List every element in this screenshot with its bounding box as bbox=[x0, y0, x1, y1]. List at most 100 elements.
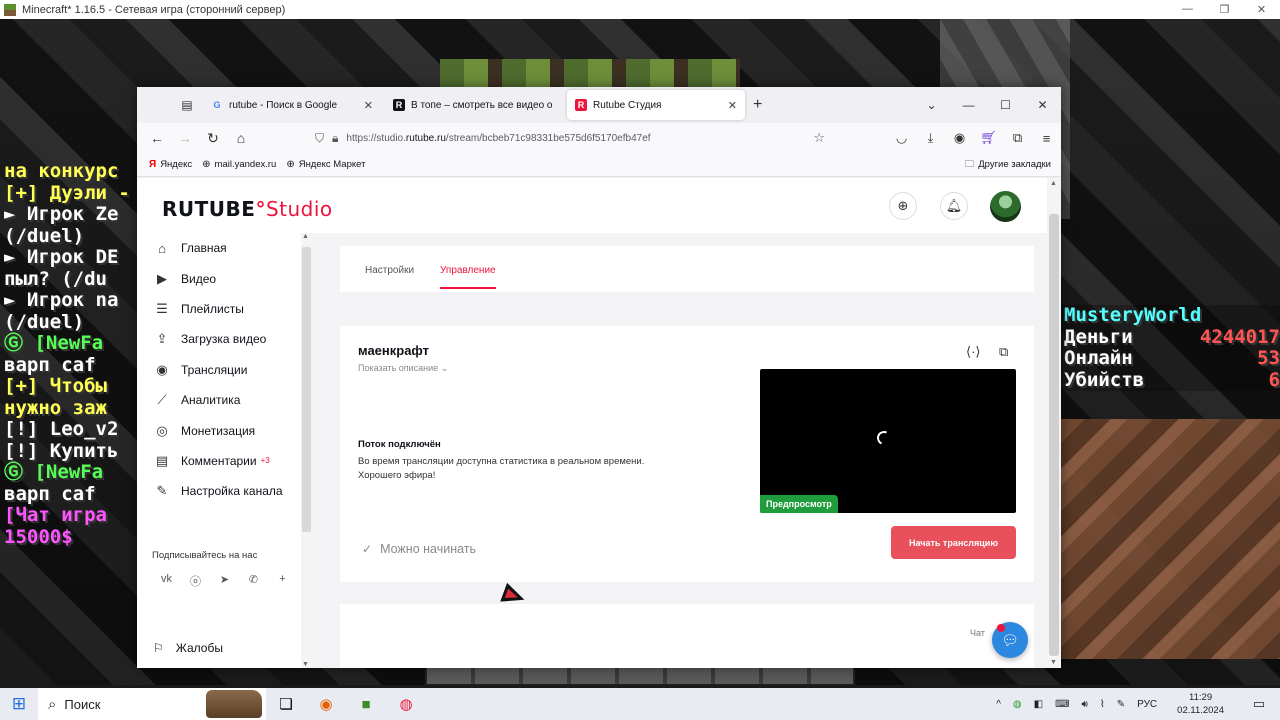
tray-app-icon[interactable]: ⌨ bbox=[1055, 699, 1069, 710]
add-content-icon[interactable]: ⊕ bbox=[889, 192, 917, 220]
chevron-down-icon[interactable]: ⌄ bbox=[913, 98, 950, 112]
page-scrollbar[interactable]: ▲ ▼ bbox=[1047, 178, 1061, 668]
flag-icon: ⚐ bbox=[153, 641, 164, 655]
browser-tab-active[interactable]: R Rutube Студия ✕ bbox=[567, 90, 745, 120]
clock[interactable]: 11:29 02.11.2024 bbox=[1171, 691, 1230, 717]
tray-app-icon[interactable]: ◧ bbox=[1034, 699, 1043, 710]
bookmark-star-icon[interactable]: ☆ bbox=[813, 130, 825, 146]
bookmark-item[interactable]: ⊕ mail.yandex.ru bbox=[202, 159, 276, 170]
vk-icon[interactable]: vk bbox=[152, 573, 181, 589]
sidebar-item-analytics[interactable]: ⟋ Аналитика bbox=[137, 385, 312, 415]
viber-icon[interactable]: ✆ bbox=[239, 573, 268, 589]
language-indicator[interactable]: РУС bbox=[1137, 699, 1157, 710]
tab-management[interactable]: Управление bbox=[440, 265, 496, 289]
url-bar[interactable]: ⛉ 🔒︎ https://studio. rutube.ru/stream/bcb… bbox=[315, 126, 825, 150]
back-icon[interactable]: ← bbox=[143, 130, 171, 146]
sidebar-item-complaints[interactable]: ⚐ Жалобы bbox=[153, 641, 223, 655]
chat-line: [!] Купить bbox=[4, 439, 119, 462]
logo-studio: Studio bbox=[265, 197, 333, 221]
game-chat: на конкурс [+] Дуэли - ► Игрок Ze (/duel) ► … bbox=[4, 160, 144, 548]
tab-settings[interactable]: Настройки bbox=[365, 265, 414, 276]
chat-line: ► Игрок na bbox=[4, 289, 119, 311]
home-icon[interactable]: ⌂ bbox=[227, 130, 255, 146]
forward-icon[interactable]: → bbox=[171, 130, 199, 146]
taskbar-search[interactable]: ⌕ Поиск bbox=[38, 688, 266, 720]
pen-icon[interactable]: ✎ bbox=[1117, 699, 1125, 710]
scroll-down-icon[interactable]: ▼ bbox=[302, 661, 309, 668]
tab-label: В топе – смотреть все видео о bbox=[411, 99, 553, 111]
chevron-up-icon[interactable]: ^ bbox=[996, 699, 1001, 710]
scroll-thumb[interactable] bbox=[302, 247, 311, 532]
chat-line: [!] Leo_v2 bbox=[4, 418, 119, 440]
sidebar-item-label: Загрузка видео bbox=[181, 332, 267, 347]
extensions-icon[interactable]: ⧉ bbox=[1003, 130, 1032, 146]
tray-app-icon[interactable]: ◍ bbox=[1013, 699, 1022, 710]
cart-icon[interactable]: 🛒︎ bbox=[974, 130, 1003, 146]
chat-line: (/duel) bbox=[4, 224, 85, 247]
browser-tab[interactable]: G rutube - Поиск в Google ✕ bbox=[203, 90, 381, 120]
other-bookmarks[interactable]: 🗀 Другие закладки bbox=[965, 157, 1051, 173]
windows-start-icon[interactable]: ⊞ bbox=[0, 694, 38, 714]
speaker-icon[interactable]: 🔊︎ bbox=[1082, 699, 1088, 710]
sidebar-item-channel-settings[interactable]: ✎ Настройка канала bbox=[137, 476, 312, 506]
external-link-icon[interactable]: ⧉ bbox=[999, 344, 1008, 360]
browser-tab[interactable]: R В топе – смотреть все видео о bbox=[385, 90, 563, 120]
bookmark-label: Яндекс Маркет bbox=[298, 159, 366, 170]
close-icon[interactable]: ✕ bbox=[1024, 98, 1061, 112]
sidebar-item-home[interactable]: ⌂ Главная bbox=[137, 233, 312, 263]
chat-line: на конкурс bbox=[4, 160, 119, 182]
notifications-bell-icon[interactable]: 🔔︎ bbox=[940, 192, 968, 220]
scroll-down-icon[interactable]: ▼ bbox=[1050, 659, 1057, 666]
show-description-link[interactable]: Показать описание ⌄ bbox=[358, 363, 448, 374]
notifications-icon[interactable]: ▭ bbox=[1244, 696, 1274, 712]
sidebar-item-broadcast[interactable]: ◉ Трансляции bbox=[137, 355, 312, 385]
scoreboard-value: 53 bbox=[1257, 347, 1280, 369]
close-tab-icon[interactable]: ✕ bbox=[728, 99, 737, 112]
scoreboard-label: Деньги bbox=[1064, 325, 1133, 348]
share-icon[interactable]: ⟨·⟩ bbox=[966, 344, 980, 360]
scroll-up-icon[interactable]: ▲ bbox=[302, 233, 309, 240]
account-icon[interactable]: ◉ bbox=[945, 130, 974, 146]
tab-list-icon[interactable]: ▤ bbox=[175, 93, 199, 117]
minimize-icon[interactable]: — bbox=[1169, 3, 1206, 16]
maximize-icon[interactable]: ☐ bbox=[987, 98, 1024, 112]
start-broadcast-button[interactable]: Начать трансляцию bbox=[891, 526, 1016, 559]
scroll-up-icon[interactable]: ▲ bbox=[1050, 180, 1057, 187]
download-icon[interactable]: ⤓ bbox=[916, 130, 945, 146]
chat-line: [+] Дуэли - bbox=[4, 181, 130, 204]
network-icon[interactable]: ⌇ bbox=[1100, 699, 1105, 710]
minimize-icon[interactable]: — bbox=[950, 98, 987, 112]
more-icon[interactable]: + bbox=[268, 573, 297, 589]
sidebar-item-monetization[interactable]: ◎ Монетизация bbox=[137, 415, 312, 445]
sidebar-item-comments[interactable]: ▤ Комментарии +3 bbox=[137, 446, 312, 476]
complaints-label: Жалобы bbox=[175, 641, 223, 655]
firefox-icon[interactable]: ◉ bbox=[306, 695, 346, 713]
lock-icon[interactable]: 🔒︎ bbox=[332, 131, 338, 146]
minecraft-icon[interactable]: ■ bbox=[346, 696, 386, 713]
url-prefix: https://studio. bbox=[346, 132, 406, 144]
sidebar-item-playlist[interactable]: ☰ Плейлисты bbox=[137, 294, 312, 324]
bookmark-item[interactable]: Я Яндекс bbox=[149, 159, 192, 170]
avatar[interactable] bbox=[990, 191, 1021, 222]
close-tab-icon[interactable]: ✕ bbox=[364, 99, 373, 112]
obs-icon[interactable]: ◍ bbox=[386, 695, 426, 713]
close-icon[interactable]: ✕ bbox=[1243, 3, 1280, 16]
sidebar-item-label: Аналитика bbox=[181, 393, 241, 408]
sidebar-item-label: Главная bbox=[181, 241, 227, 256]
stream-preview-player[interactable]: Предпросмотр bbox=[760, 369, 1016, 513]
pocket-icon[interactable]: ◡ bbox=[887, 130, 916, 146]
telegram-icon[interactable]: ➤ bbox=[210, 573, 239, 589]
sidebar-item-upload[interactable]: ⇪ Загрузка видео bbox=[137, 324, 312, 354]
new-tab-icon[interactable]: + bbox=[753, 96, 762, 114]
sidebar-scrollbar[interactable]: ▲ ▼ bbox=[301, 233, 312, 668]
shield-icon[interactable]: ⛉ bbox=[315, 131, 324, 146]
bookmark-item[interactable]: ⊕ Яндекс Маркет bbox=[286, 159, 365, 170]
menu-icon[interactable]: ≡ bbox=[1032, 131, 1061, 146]
odnoklassniki-icon[interactable]: ⓞ bbox=[181, 573, 210, 589]
restore-icon[interactable]: ❐ bbox=[1206, 3, 1243, 16]
reload-icon[interactable]: ↻ bbox=[199, 130, 227, 147]
scroll-thumb[interactable] bbox=[1049, 214, 1059, 656]
rutube-studio-logo[interactable]: RUTUBE°Studio bbox=[162, 197, 333, 221]
task-view-icon[interactable]: ❏ bbox=[266, 695, 306, 713]
sidebar-item-video[interactable]: ▶ Видео bbox=[137, 263, 312, 293]
